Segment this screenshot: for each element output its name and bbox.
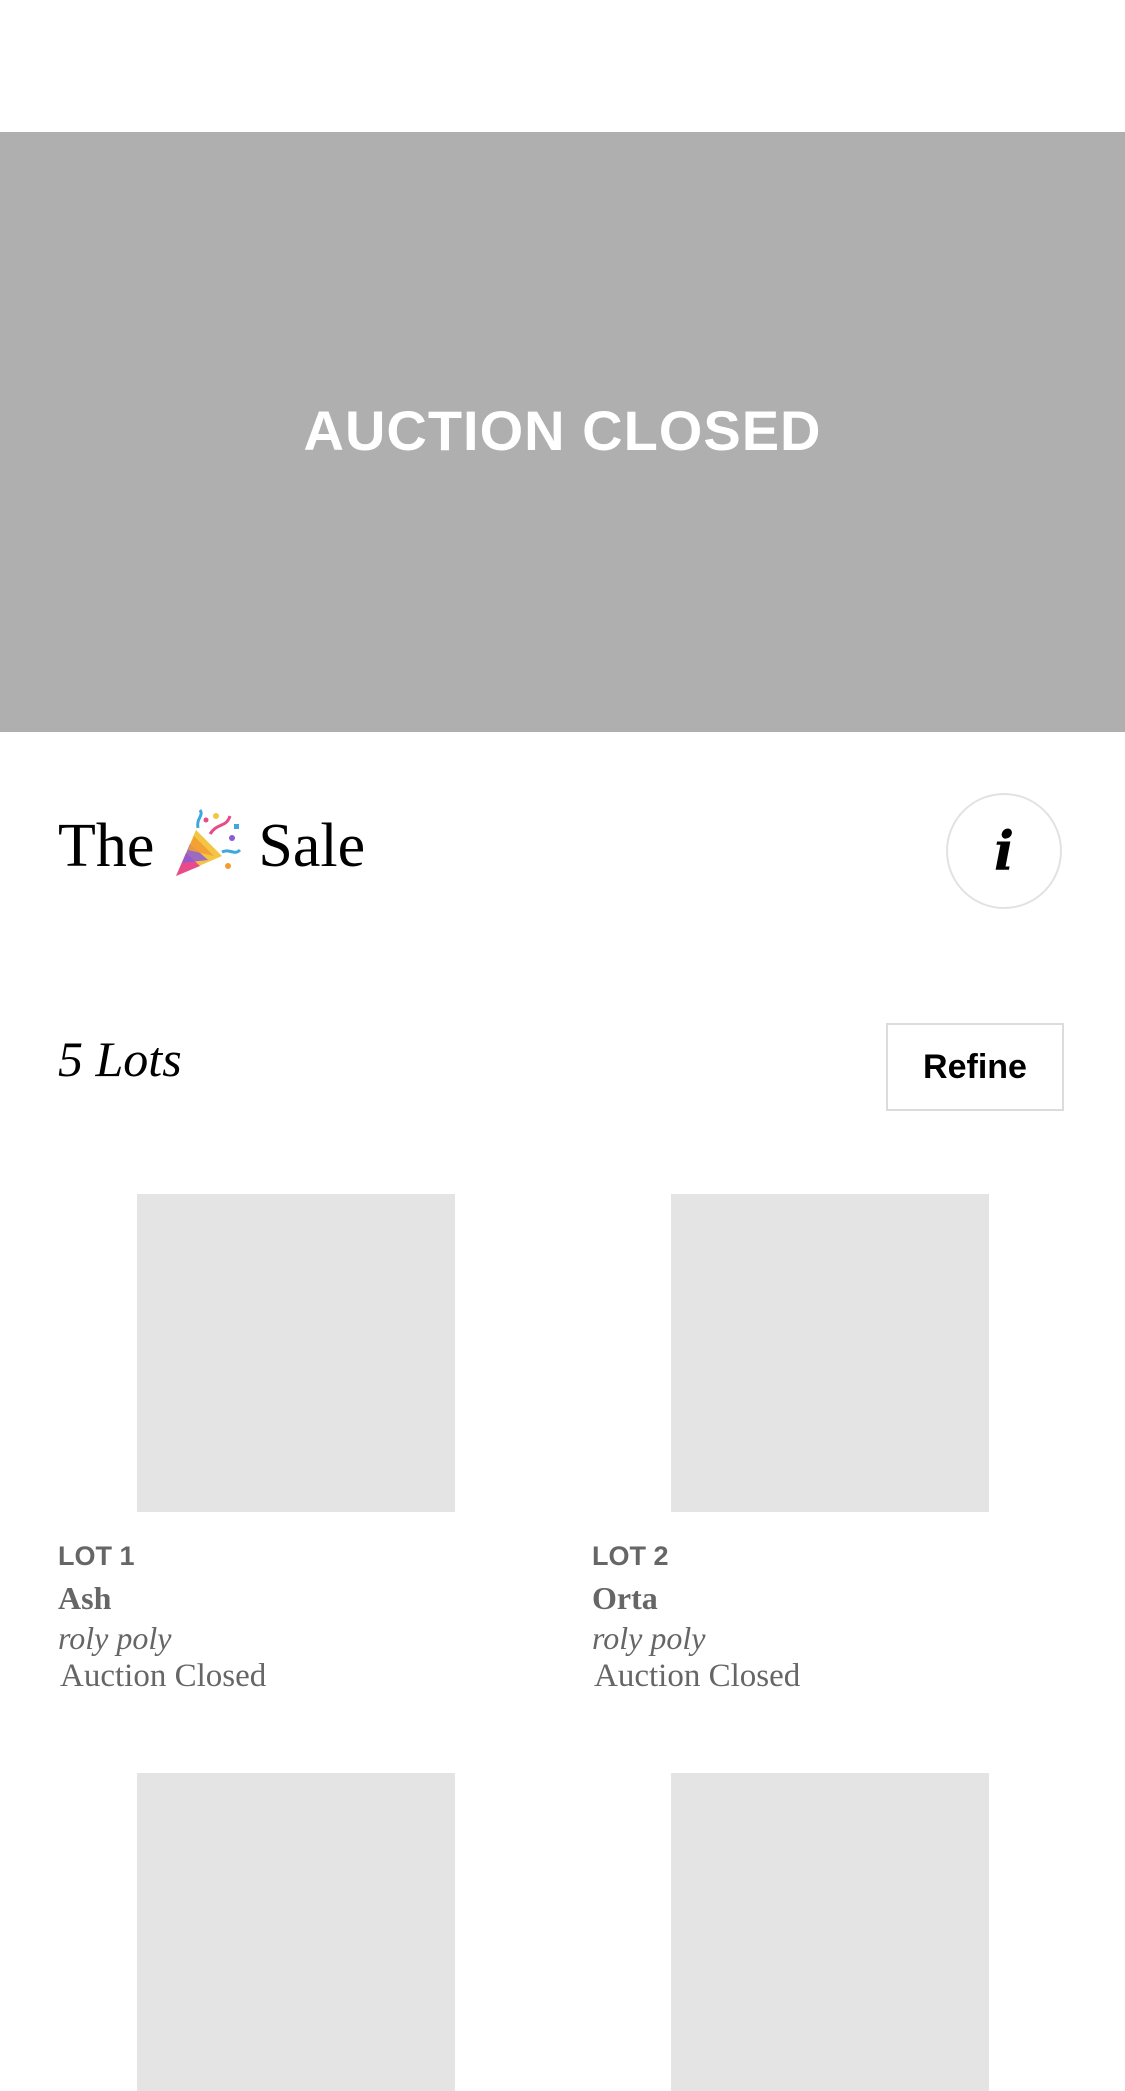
sale-title: The Sale: [58, 800, 365, 892]
lot-image[interactable]: [671, 1194, 989, 1512]
lot-image[interactable]: [137, 1194, 455, 1512]
lot-status: Auction Closed: [594, 1658, 801, 1694]
auction-closed-label: AUCTION CLOSED: [303, 398, 822, 462]
sale-title-suffix: Sale: [258, 811, 366, 880]
sale-info-button[interactable]: i: [946, 793, 1062, 909]
lot-artist: Ash: [58, 1580, 112, 1616]
lot-number: LOT 1: [58, 1541, 135, 1571]
status-bar-area: [0, 0, 1125, 132]
lot-title: roly poly: [58, 1620, 172, 1656]
lot-details: LOT 2 Orta roly poly Auction Closed: [592, 1536, 800, 1696]
lot-image[interactable]: [671, 1773, 989, 2091]
sale-title-prefix: The: [58, 811, 155, 880]
lot-number: LOT 2: [592, 1541, 669, 1571]
sale-hero-banner: AUCTION CLOSED: [0, 132, 1125, 732]
lot-details: LOT 1 Ash roly poly Auction Closed: [58, 1536, 266, 1696]
lot-image[interactable]: [137, 1773, 455, 2091]
refine-button[interactable]: Refine: [886, 1023, 1064, 1111]
party-popper-icon: [170, 808, 242, 880]
lot-artist: Orta: [592, 1580, 658, 1616]
lot-title: roly poly: [592, 1620, 706, 1656]
lot-status: Auction Closed: [60, 1658, 267, 1694]
lots-count: 5 Lots: [58, 1031, 182, 1087]
info-icon: i: [993, 819, 1015, 883]
